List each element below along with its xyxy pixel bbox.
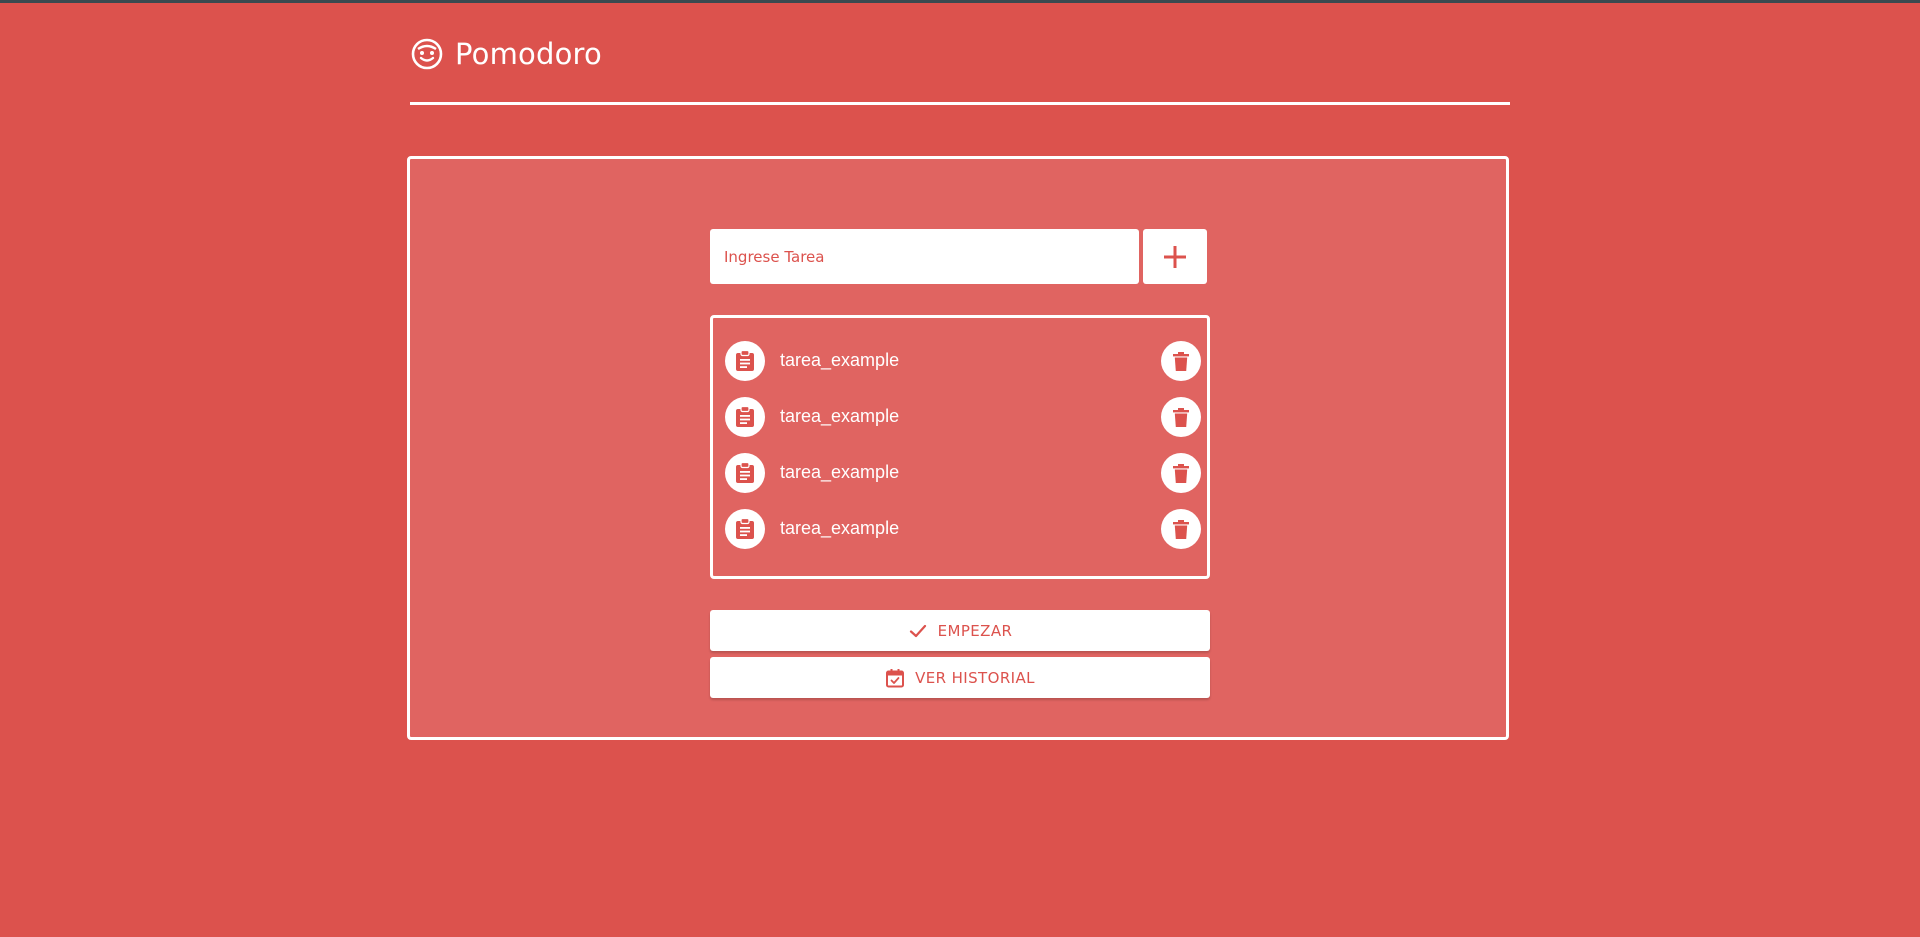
app-logo: Pomodoro: [410, 34, 810, 74]
delete-task-button[interactable]: [1161, 509, 1201, 549]
trash-icon: [1173, 351, 1189, 371]
history-button-label: VER HISTORIAL: [915, 668, 1035, 687]
delete-task-button[interactable]: [1161, 453, 1201, 493]
trash-icon: [1173, 407, 1189, 427]
task-avatar: [725, 453, 765, 493]
baby-face-icon: [411, 38, 443, 70]
header-divider: [410, 102, 1510, 105]
window-top-border: [0, 0, 1920, 3]
task-input[interactable]: [710, 229, 1139, 284]
app-header: Pomodoro: [410, 34, 1510, 106]
plus-icon: [1164, 245, 1186, 268]
clipboard-icon: [736, 462, 754, 483]
app-title: Pomodoro: [455, 37, 602, 71]
check-icon: [909, 624, 926, 637]
list-item: tarea_example: [725, 341, 1201, 383]
list-item: tarea_example: [725, 509, 1201, 551]
task-avatar: [725, 341, 765, 381]
start-button-label: EMPEZAR: [937, 621, 1013, 640]
task-list: tarea_example tarea_example tarea_exampl…: [710, 315, 1210, 579]
list-item: tarea_example: [725, 397, 1201, 439]
task-label: tarea_example: [780, 518, 900, 538]
calendar-check-icon: [886, 668, 905, 687]
history-button[interactable]: VER HISTORIAL: [710, 657, 1210, 698]
delete-task-button[interactable]: [1161, 397, 1201, 437]
delete-task-button[interactable]: [1161, 341, 1201, 381]
start-button[interactable]: EMPEZAR: [710, 610, 1210, 651]
task-label: tarea_example: [780, 406, 900, 426]
clipboard-icon: [736, 518, 754, 539]
list-item: tarea_example: [725, 453, 1201, 495]
task-label: tarea_example: [780, 350, 900, 370]
trash-icon: [1173, 519, 1189, 539]
clipboard-icon: [736, 350, 754, 371]
task-label: tarea_example: [780, 462, 900, 482]
clipboard-icon: [736, 406, 754, 427]
add-task-button[interactable]: [1143, 229, 1207, 284]
trash-icon: [1173, 463, 1189, 483]
task-avatar: [725, 397, 765, 437]
task-avatar: [725, 509, 765, 549]
